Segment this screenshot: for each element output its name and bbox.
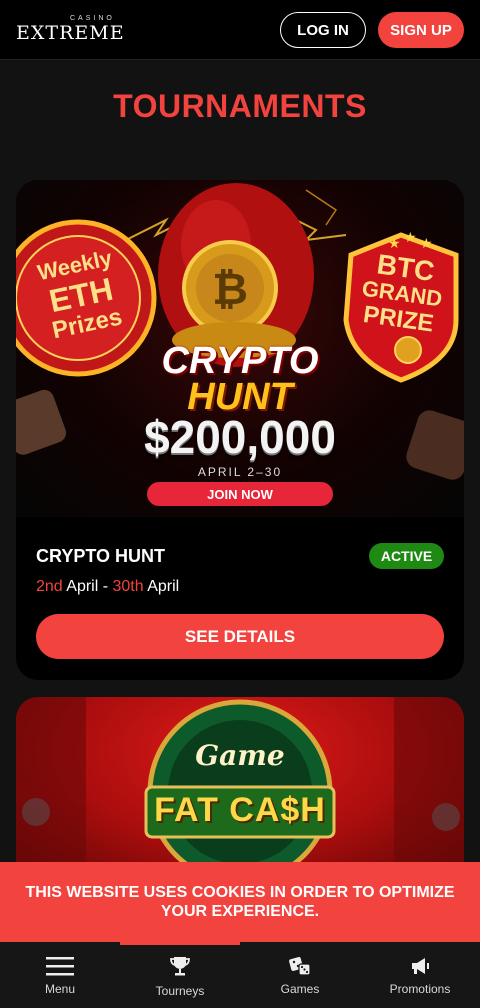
tournament-banner[interactable]: Game FAT CA$H <box>16 697 464 877</box>
logo-main-text: EXTREME <box>16 22 125 44</box>
tournament-dates: 2nd April - 30th April <box>36 578 179 596</box>
banner-prize-amount: $200,000 <box>144 411 336 463</box>
btc-badge: BTC GRAND PRIZE <box>341 248 463 341</box>
nav-item-tourneys[interactable]: Tourneys <box>120 942 240 1008</box>
nav-label: Tourneys <box>155 984 205 998</box>
nav-label: Promotions <box>389 982 451 996</box>
nav-label: Menu <box>44 982 76 996</box>
tournament-card: Game FAT CA$H <box>16 697 464 877</box>
page-title: TOURNAMENTS <box>113 88 367 124</box>
banner-artwork <box>16 697 464 877</box>
date-start-num: 2nd <box>36 578 63 595</box>
nav-item-menu[interactable]: Menu <box>0 942 120 1008</box>
date-separator: - <box>98 578 113 595</box>
signup-button[interactable]: SIGN UP <box>378 12 464 48</box>
trophy-icon <box>169 954 191 978</box>
top-header: CASINO EXTREME LOG IN SIGN UP <box>0 0 480 60</box>
svg-text:₿: ₿ <box>212 264 248 315</box>
join-now-button[interactable]: JOIN NOW <box>147 482 333 506</box>
see-details-button[interactable]: SEE DETAILS <box>36 614 444 659</box>
status-badge: ACTIVE <box>369 543 444 569</box>
banner-dates: APRIL 2–30 <box>197 465 283 479</box>
date-end-num: 30th <box>112 578 144 595</box>
cookie-notice[interactable]: THIS WEBSITE USES COOKIES IN ORDER TO OP… <box>0 862 480 942</box>
tournament-title: CRYPTO HUNT <box>36 546 166 566</box>
date-start-month: April <box>66 578 99 595</box>
bottom-nav: Menu Tourneys Games Promotions <box>0 942 480 1008</box>
casino-logo[interactable]: CASINO EXTREME <box>16 10 126 50</box>
date-end-month: April <box>147 578 180 595</box>
banner-headline-2: FAT CA$H <box>154 791 326 829</box>
dice-icon <box>288 954 312 978</box>
banner-headline-1: Game <box>195 739 285 772</box>
svg-text:★: ★ <box>420 236 433 252</box>
nav-item-promotions[interactable]: Promotions <box>360 942 480 1008</box>
tournament-card: ₿ ★ ★ ★ Weekly ETH Prizes BTC GRAND PRIZ… <box>16 180 464 680</box>
logo-casino-text: CASINO <box>70 15 115 22</box>
tournament-banner[interactable]: ₿ ★ ★ ★ Weekly ETH Prizes BTC GRAND PRIZ… <box>16 180 464 517</box>
nav-item-games[interactable]: Games <box>240 942 360 1008</box>
nav-label: Games <box>280 982 320 996</box>
svg-text:★: ★ <box>404 230 417 246</box>
megaphone-icon <box>409 954 431 978</box>
hamburger-icon <box>46 954 74 978</box>
login-button[interactable]: LOG IN <box>280 12 366 48</box>
